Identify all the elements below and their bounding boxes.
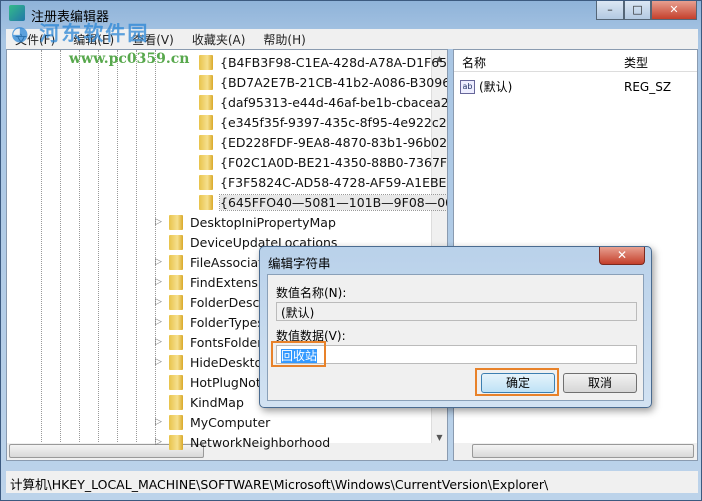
value-name: (默认) bbox=[479, 80, 513, 94]
ok-highlight-box bbox=[475, 368, 559, 396]
tree-item-label: {F02C1A0D-BE21-4350-88B0-7367F0 bbox=[220, 154, 448, 170]
tree-item[interactable]: KindMap bbox=[169, 392, 244, 412]
tree-item-label: MyComputer bbox=[190, 414, 271, 430]
expand-arrow-icon[interactable]: ▷ bbox=[155, 297, 162, 307]
column-header-name[interactable]: 名称 bbox=[462, 54, 486, 71]
tree-item[interactable]: {BD7A2E7B-21CB-41b2-A086-B3096 bbox=[199, 72, 448, 92]
tree-item-label: {B4FB3F98-C1EA-428d-A78A-D1F65 bbox=[220, 54, 448, 70]
tree-item[interactable]: {ED228FDF-9EA8-4870-83b1-96b020 bbox=[199, 132, 448, 152]
tree-item[interactable]: {e345f35f-9397-435c-8f95-4e922c26 bbox=[199, 112, 448, 132]
expand-arrow-icon[interactable]: ▷ bbox=[155, 357, 162, 367]
dialog-close-button[interactable]: ✕ bbox=[599, 247, 645, 265]
folder-icon bbox=[169, 274, 183, 290]
tree-line bbox=[41, 50, 42, 460]
folder-icon bbox=[169, 434, 183, 450]
tree-line bbox=[155, 50, 156, 460]
folder-icon bbox=[199, 74, 213, 90]
expand-arrow-icon[interactable]: ▷ bbox=[155, 437, 162, 447]
tree-item[interactable]: {F3F5824C-AD58-4728-AF59-A1EBE3 bbox=[199, 172, 448, 192]
folder-icon bbox=[169, 234, 183, 250]
tree-item-label: FolderTypes bbox=[190, 314, 264, 330]
expand-arrow-icon[interactable]: ▷ bbox=[155, 417, 162, 427]
expand-arrow-icon[interactable]: ▷ bbox=[155, 277, 162, 287]
column-header-type[interactable]: 类型 bbox=[624, 54, 648, 71]
tree-item[interactable]: ▷ MyComputer bbox=[155, 412, 271, 432]
folder-icon bbox=[169, 314, 183, 330]
list-item[interactable]: ab (默认) REG_SZ bbox=[460, 78, 690, 95]
tree-item-label: KindMap bbox=[190, 394, 244, 410]
watermark-url: www.pc0359.cn bbox=[69, 51, 190, 67]
dialog-title: 编辑字符串 bbox=[268, 256, 331, 271]
folder-icon bbox=[169, 354, 183, 370]
ab-string-icon: ab bbox=[460, 79, 475, 94]
expand-arrow-icon[interactable]: ▷ bbox=[155, 217, 162, 227]
tree-item-label: {e345f35f-9397-435c-8f95-4e922c26 bbox=[220, 114, 448, 130]
folder-icon bbox=[169, 374, 183, 390]
tree-item[interactable]: {B4FB3F98-C1EA-428d-A78A-D1F65 bbox=[199, 52, 447, 72]
tree-item-label: {daf95313-e44d-46af-be1b-cbacea2 bbox=[220, 94, 448, 110]
folder-icon bbox=[199, 94, 213, 110]
tree-item-label: {ED228FDF-9EA8-4870-83b1-96b020 bbox=[220, 134, 448, 150]
data-highlight-box bbox=[271, 341, 326, 367]
folder-icon bbox=[169, 294, 183, 310]
folder-icon bbox=[199, 114, 213, 130]
maximize-button[interactable]: □ bbox=[624, 1, 651, 20]
tree-item-label: NetworkNeighborhood bbox=[190, 434, 331, 450]
folder-icon bbox=[169, 254, 183, 270]
tree-item[interactable]: ▷ DesktopIniPropertyMap bbox=[155, 212, 336, 232]
value-name-label: 数值名称(N): bbox=[276, 286, 347, 300]
folder-icon bbox=[199, 194, 213, 210]
tree-line bbox=[60, 50, 61, 460]
list-header: 名称 类型 bbox=[454, 50, 697, 72]
tree-item[interactable]: {daf95313-e44d-46af-be1b-cbacea2 bbox=[199, 92, 448, 112]
tree-item[interactable]: ▷ NetworkNeighborhood bbox=[155, 432, 331, 452]
value-type: REG_SZ bbox=[624, 79, 672, 94]
expand-arrow-icon[interactable]: ▷ bbox=[155, 317, 162, 327]
tree-item-label: {645FFO40—5081—101B—9F08—00 bbox=[218, 193, 447, 211]
folder-icon bbox=[169, 394, 183, 410]
cancel-button[interactable]: 取消 bbox=[563, 373, 637, 393]
menu-help[interactable]: 帮助(H) bbox=[254, 29, 314, 49]
folder-icon bbox=[169, 214, 183, 230]
status-bar: 计算机\HKEY_LOCAL_MACHINE\SOFTWARE\Microsof… bbox=[6, 471, 698, 493]
folder-icon bbox=[169, 414, 183, 430]
tree-item-label: DesktopIniPropertyMap bbox=[190, 214, 336, 230]
folder-icon bbox=[199, 174, 213, 190]
folder-icon bbox=[199, 54, 213, 70]
tree-line bbox=[117, 50, 118, 460]
tree-line bbox=[98, 50, 99, 460]
tree-item[interactable]: {645FFO40—5081—101B—9F08—00 bbox=[199, 192, 447, 212]
minimize-button[interactable]: – bbox=[596, 1, 624, 20]
scroll-down-icon[interactable]: ▼ bbox=[432, 433, 447, 442]
registry-editor-window: 注册表编辑器 – □ ✕ 文件(F) 编辑(E) 查看(V) 收藏夹(A) 帮助… bbox=[0, 0, 702, 501]
tree-item[interactable]: ▷ FolderTypes bbox=[155, 312, 264, 332]
folder-icon bbox=[199, 134, 213, 150]
edit-string-dialog: 编辑字符串 ✕ 数值名称(N): (默认) 数值数据(V): 回收站 确定 取消 bbox=[259, 246, 652, 408]
tree-item-label: {F3F5824C-AD58-4728-AF59-A1EBE3 bbox=[220, 174, 448, 190]
tree-item-label: {BD7A2E7B-21CB-41b2-A086-B3096 bbox=[220, 74, 448, 90]
tree-line bbox=[79, 50, 80, 460]
expand-arrow-icon[interactable]: ▷ bbox=[155, 337, 162, 347]
value-name-field: (默认) bbox=[276, 302, 637, 321]
value-data-input[interactable]: 回收站 bbox=[276, 345, 637, 364]
folder-icon bbox=[199, 154, 213, 170]
folder-icon bbox=[169, 334, 183, 350]
tree-item[interactable]: ▷ FontsFolder bbox=[155, 332, 263, 352]
expand-arrow-icon[interactable]: ▷ bbox=[155, 257, 162, 267]
list-horizontal-scrollbar[interactable] bbox=[454, 443, 697, 460]
close-button[interactable]: ✕ bbox=[651, 1, 697, 20]
dialog-body: 数值名称(N): (默认) 数值数据(V): 回收站 确定 取消 bbox=[267, 274, 644, 401]
watermark-logo: ◕ 河东软件园 bbox=[11, 21, 150, 45]
scroll-thumb[interactable] bbox=[472, 444, 694, 458]
tree-item[interactable]: {F02C1A0D-BE21-4350-88B0-7367F0 bbox=[199, 152, 448, 172]
menu-favorites[interactable]: 收藏夹(A) bbox=[183, 29, 255, 49]
tree-line bbox=[136, 50, 137, 460]
tree-item-label: FontsFolder bbox=[190, 334, 263, 350]
